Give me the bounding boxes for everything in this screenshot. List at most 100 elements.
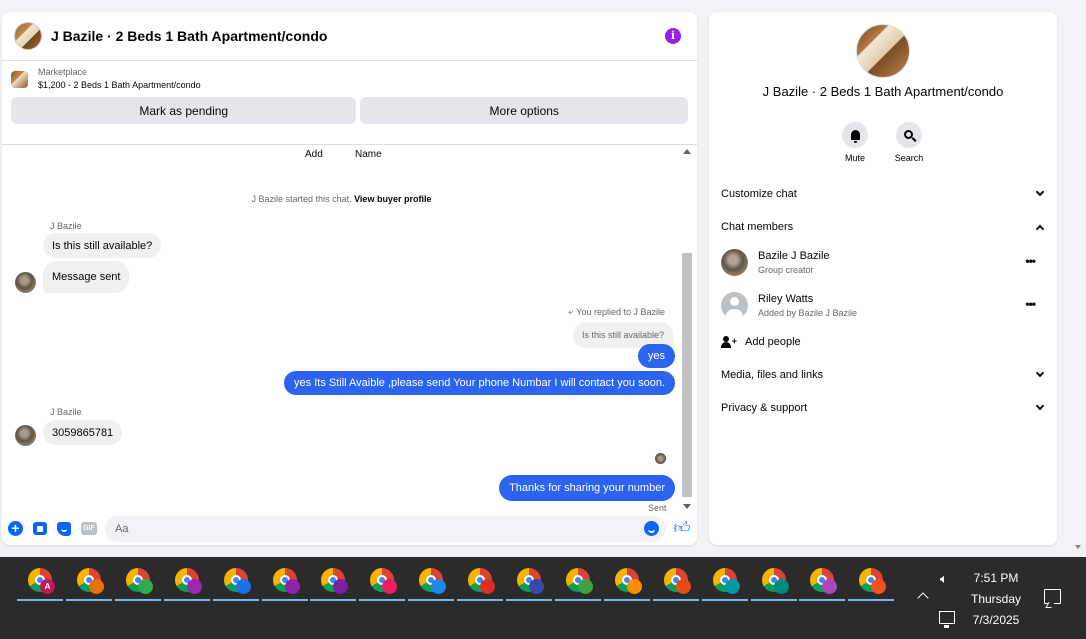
system-message-text: J Bazile started this chat.: [251, 194, 352, 204]
chrome-window-taskbar-button[interactable]: [652, 565, 699, 601]
outgoing-message[interactable]: yes: [637, 344, 675, 368]
notification-center-icon[interactable]: [1044, 589, 1061, 604]
chrome-window-taskbar-button[interactable]: [408, 565, 455, 601]
view-buyer-profile-link[interactable]: View buyer profile: [354, 194, 431, 204]
member-role: Group creator: [758, 265, 814, 275]
search-icon: [903, 129, 913, 139]
listing-price-title: $1,200 - 2 Beds 1 Bath Apartment/condo: [38, 80, 201, 90]
message-thread[interactable]: Add Name J Bazile started this chat. Vie…: [2, 145, 681, 513]
profile-badge-icon: [333, 579, 349, 594]
profile-badge-icon: [137, 579, 153, 594]
mark-pending-button[interactable]: Mark as pending: [11, 97, 357, 124]
chat-members-section[interactable]: Chat members: [721, 217, 1047, 237]
read-receipt-avatar: [655, 453, 666, 464]
sent-status: Sent: [648, 503, 667, 513]
privacy-support-section[interactable]: Privacy & support: [721, 398, 1047, 418]
page-scroll-down-arrow[interactable]: [1075, 545, 1081, 549]
sender-avatar[interactable]: [15, 425, 36, 446]
profile-badge-icon: A: [40, 579, 55, 594]
profile-badge-icon: [382, 579, 398, 594]
listing-thumb-small: [11, 70, 28, 88]
media-files-section[interactable]: Media, files and links: [721, 365, 1047, 385]
chat-panel: J Bazile · 2 Beds 1 Bath Apartment/condo…: [2, 12, 697, 545]
chrome-window-taskbar-button[interactable]: [799, 565, 846, 601]
scroll-up-arrow[interactable]: [683, 149, 691, 154]
chat-title[interactable]: J Bazile · 2 Beds 1 Bath Apartment/condo: [51, 28, 327, 44]
incoming-message[interactable]: Message sent: [43, 261, 130, 293]
chevron-down-icon: [1035, 401, 1045, 411]
chrome-window-taskbar-button[interactable]: [65, 565, 112, 601]
profile-badge-icon: [88, 579, 104, 594]
sender-avatar[interactable]: [15, 272, 36, 293]
plus-icon[interactable]: +: [8, 521, 23, 536]
member-row[interactable]: Bazile J Bazile Group creator •••: [721, 248, 1047, 278]
chevron-up-icon: [1035, 224, 1045, 233]
system-message: J Bazile started this chat. View buyer p…: [2, 194, 681, 204]
chrome-window-taskbar-button[interactable]: [603, 565, 650, 601]
more-options-button[interactable]: More options: [360, 97, 688, 124]
mute-button[interactable]: Mute: [833, 122, 877, 163]
sticker-icon[interactable]: [57, 522, 71, 536]
chat-members-label: Chat members: [721, 221, 794, 233]
chrome-window-taskbar-button[interactable]: [506, 565, 552, 601]
profile-badge-icon: [773, 579, 789, 594]
chrome-window-taskbar-button[interactable]: [848, 565, 895, 601]
emoji-icon[interactable]: [644, 521, 659, 536]
member-row[interactable]: Riley Watts Added by Bazile J Bazile •••: [721, 291, 1047, 321]
customize-chat-section[interactable]: Customize chat: [721, 184, 1047, 204]
clock-time: 7:51 PM: [973, 571, 1019, 585]
conversation-info-panel: J Bazile · 2 Beds 1 Bath Apartment/condo…: [709, 12, 1057, 545]
profile-badge-icon: [529, 579, 544, 594]
chrome-window-taskbar-button[interactable]: [554, 565, 601, 601]
info-icon[interactable]: i: [665, 28, 681, 44]
outgoing-message[interactable]: Thanks for sharing your number: [499, 475, 675, 501]
outgoing-message[interactable]: yes Its Still Avaible ,please send Your …: [284, 371, 675, 395]
chrome-window-taskbar-button[interactable]: [114, 565, 161, 601]
sender-name: J Bazile: [50, 221, 82, 231]
chrome-window-taskbar-button[interactable]: [750, 565, 797, 601]
speaker-icon[interactable]: 🔈︎: [940, 571, 948, 587]
chrome-window-taskbar-button[interactable]: [163, 565, 210, 601]
chevron-down-icon: [1035, 187, 1045, 197]
profile-badge-icon: [871, 579, 887, 594]
chrome-window-taskbar-button[interactable]: [310, 565, 357, 601]
marketplace-listing[interactable]: Marketplace $1,200 - 2 Beds 1 Bath Apart…: [2, 61, 697, 97]
search-label: Search: [894, 153, 924, 163]
listing-avatar[interactable]: [856, 24, 910, 78]
thumbs-up-icon[interactable]: 👍︎: [673, 519, 691, 537]
chrome-window-taskbar-button[interactable]: A: [17, 565, 63, 601]
photo-icon[interactable]: [33, 522, 47, 535]
chrome-window-taskbar-button[interactable]: [212, 565, 259, 601]
message-input[interactable]: [105, 516, 666, 542]
scroll-thumb[interactable]: [682, 253, 692, 497]
reply-arrow-icon: ⤶: [568, 306, 574, 316]
profile-badge-icon: [186, 579, 202, 594]
column-add: Add: [305, 149, 323, 160]
more-icon[interactable]: •••: [1025, 297, 1036, 311]
chrome-window-taskbar-button[interactable]: [359, 565, 406, 601]
chrome-window-taskbar-button[interactable]: [457, 565, 504, 601]
chat-header: J Bazile · 2 Beds 1 Bath Apartment/condo…: [2, 12, 697, 61]
chrome-window-taskbar-button[interactable]: [701, 565, 748, 601]
profile-badge-icon: [822, 579, 838, 594]
incoming-message[interactable]: 3059865781: [43, 420, 123, 445]
customize-chat-label: Customize chat: [721, 188, 797, 200]
more-icon[interactable]: •••: [1025, 254, 1036, 268]
incoming-message[interactable]: Is this still available?: [43, 233, 162, 258]
thread-scrollbar[interactable]: [681, 145, 693, 513]
listing-thumbnail[interactable]: [14, 22, 42, 50]
network-icon[interactable]: [939, 611, 955, 628]
bell-icon: [850, 130, 860, 143]
listing-actions: Mark as pending More options: [2, 97, 697, 124]
chevron-down-icon: [1035, 368, 1045, 378]
info-title: J Bazile · 2 Beds 1 Bath Apartment/condo: [762, 84, 1004, 99]
chrome-window-taskbar-button[interactable]: [261, 565, 308, 601]
profile-badge-icon: [626, 579, 642, 594]
replied-note-text: You replied to J Bazile: [576, 306, 665, 317]
add-people-button[interactable]: + Add people: [721, 332, 801, 352]
scroll-down-arrow[interactable]: [683, 504, 691, 509]
member-name: Bazile J Bazile: [758, 250, 830, 262]
gif-icon[interactable]: GIF: [81, 522, 97, 535]
system-clock[interactable]: 7:51 PM Thursday 7/3/2025: [960, 568, 1032, 631]
search-button[interactable]: Search: [887, 122, 931, 163]
